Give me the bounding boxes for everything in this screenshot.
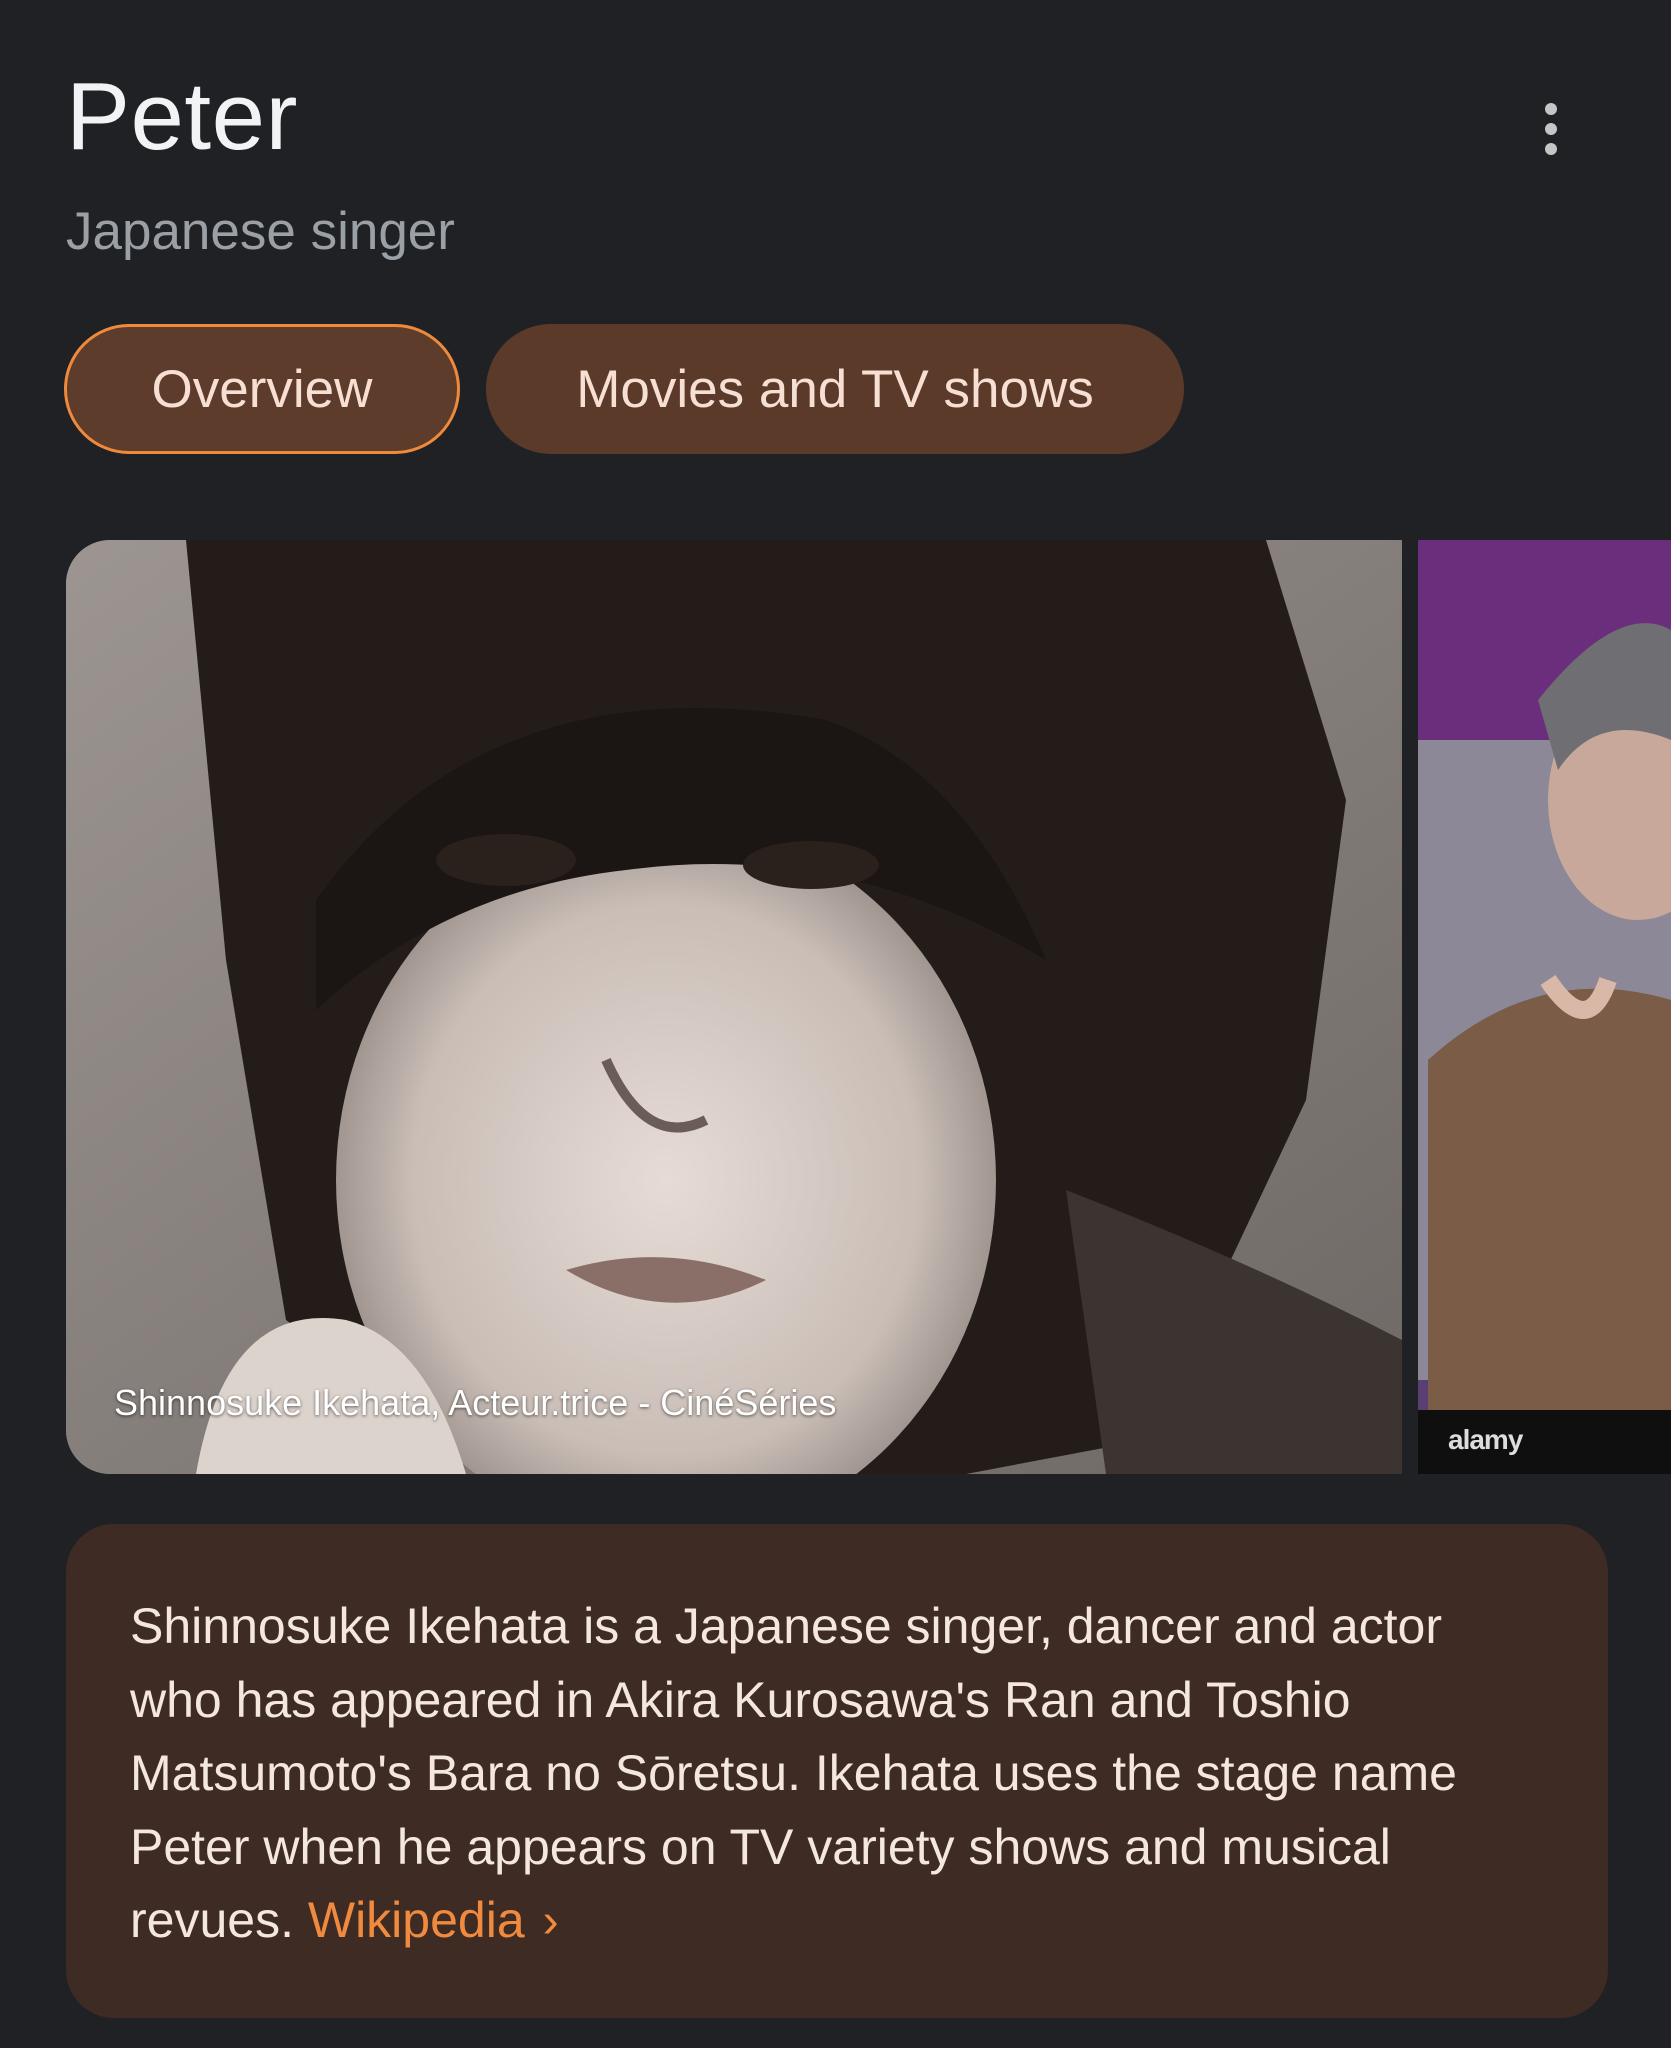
more-vert-icon-dot	[1545, 143, 1557, 155]
description-paragraph: Shinnosuke Ikehata is a Japanese singer,…	[130, 1590, 1546, 1959]
chevron-right-icon: ›	[542, 1895, 559, 1948]
performer-photo	[1418, 540, 1671, 1474]
wikipedia-link[interactable]: Wikipedia ›	[308, 1892, 559, 1948]
image-watermark: alamy	[1448, 1424, 1523, 1455]
more-options-button[interactable]	[1518, 96, 1584, 162]
tab-movies-and-tv-shows[interactable]: Movies and TV shows	[486, 324, 1184, 454]
entity-subtitle: Japanese singer	[66, 202, 455, 261]
more-vert-icon-dot	[1545, 123, 1557, 135]
main-image[interactable]: Shinnosuke Ikehata, Acteur.trice - CinéS…	[66, 540, 1402, 1474]
more-vert-icon	[1545, 103, 1557, 115]
tab-overview[interactable]: Overview	[64, 324, 460, 454]
description-card: Shinnosuke Ikehata is a Japanese singer,…	[66, 1524, 1608, 2018]
entity-title: Peter	[66, 63, 298, 170]
secondary-image[interactable]: alamy	[1418, 540, 1671, 1474]
wikipedia-link-label: Wikipedia	[307, 1892, 525, 1948]
image-caption: Shinnosuke Ikehata, Acteur.trice - CinéS…	[114, 1382, 837, 1423]
portrait-photo	[66, 540, 1402, 1474]
